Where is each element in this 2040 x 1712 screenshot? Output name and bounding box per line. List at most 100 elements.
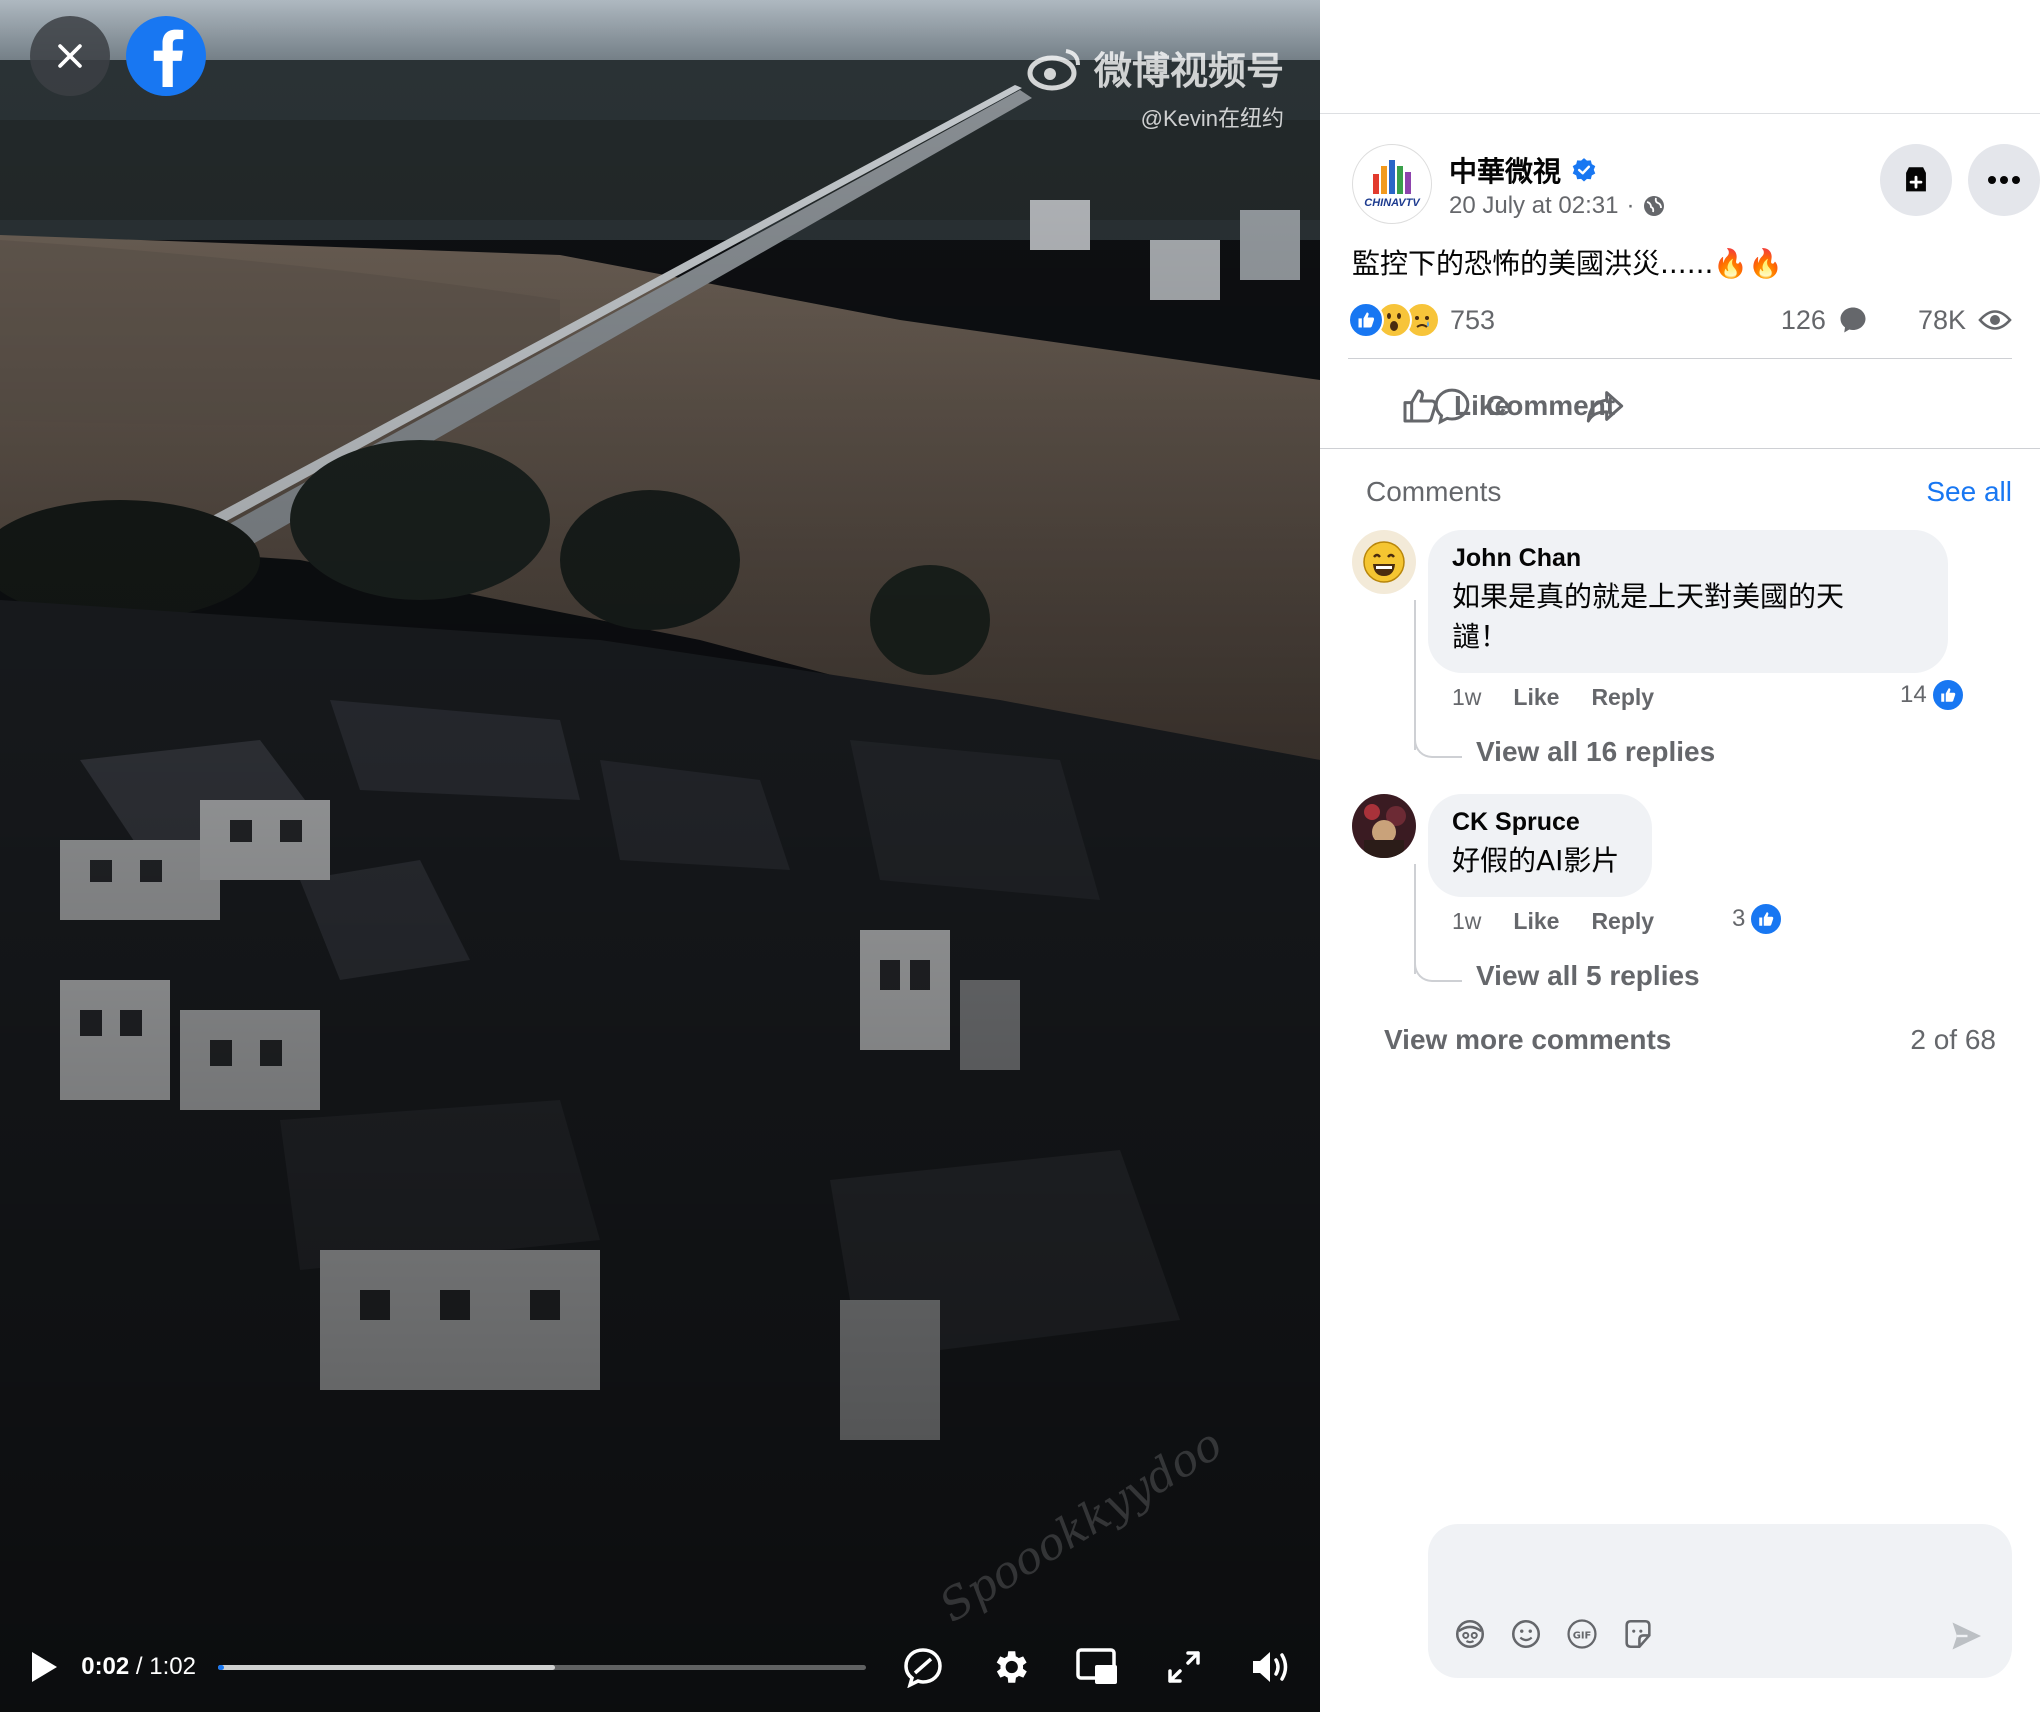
comments-header: Comments See all bbox=[1366, 476, 2012, 508]
post-date-link[interactable]: 20 July at 02:31 bbox=[1449, 192, 1618, 220]
comment-bubble: CK Spruce 好假的AI影片 bbox=[1428, 794, 1652, 897]
comment-like-count: 3 bbox=[1732, 905, 1746, 932]
comment-text-line: 如果是真的就是上天對美國的天 bbox=[1452, 580, 1845, 613]
gif-icon: GIF bbox=[1567, 1619, 1597, 1649]
picture-in-picture-button[interactable] bbox=[1072, 1642, 1122, 1692]
picture-in-picture-icon bbox=[1076, 1648, 1117, 1684]
post-actions: Like Comment bbox=[1400, 378, 1626, 434]
profile-photo-avatar bbox=[1352, 794, 1416, 858]
facebook-home-link[interactable] bbox=[126, 16, 206, 96]
comment-input[interactable] bbox=[1452, 1542, 1972, 1592]
meta-dot: · bbox=[1626, 192, 1635, 219]
play-button[interactable] bbox=[24, 1642, 63, 1692]
globe-icon bbox=[1644, 196, 1665, 216]
chinavtv-logo-icon bbox=[1373, 159, 1411, 194]
laughing-emoji-avatar-icon bbox=[1352, 530, 1416, 594]
commenter-avatar[interactable] bbox=[1352, 530, 1416, 594]
post-header: CHINAVTV 中華微視 20 July at 02:31 · bbox=[1352, 140, 2040, 230]
like-reaction-icon bbox=[1749, 902, 1784, 936]
view-replies-link[interactable]: View all 5 replies bbox=[1476, 960, 1700, 992]
page-avatar[interactable]: CHINAVTV bbox=[1352, 144, 1432, 224]
comments-label: Comments bbox=[1366, 476, 1502, 507]
eye-icon bbox=[1978, 310, 2012, 330]
panel-top-bar bbox=[1320, 0, 2040, 114]
comment-button[interactable]: Comment bbox=[1432, 386, 1694, 426]
progress-played bbox=[218, 1664, 225, 1670]
comment-composer: GIF bbox=[1428, 1524, 2012, 1678]
commenter-avatar[interactable] bbox=[1352, 794, 1416, 858]
progress-buffered bbox=[218, 1664, 555, 1670]
watermark-sub-text: @Kevin在纽约 bbox=[1140, 106, 1284, 131]
comment-time[interactable]: 1w bbox=[1452, 684, 1481, 711]
video-frame[interactable] bbox=[0, 0, 1320, 1712]
settings-button[interactable] bbox=[985, 1642, 1035, 1692]
more-dots-icon bbox=[1988, 176, 2020, 184]
comment-meta: 1w Like Reply bbox=[1452, 908, 1654, 935]
comment-like-link[interactable]: Like bbox=[1513, 908, 1559, 935]
time-total: 1:02 bbox=[149, 1653, 196, 1680]
video-watermark: 微博视频号 @Kevin在纽约 bbox=[1026, 40, 1284, 133]
gif-button[interactable]: GIF bbox=[1564, 1616, 1600, 1652]
see-all-link[interactable]: See all bbox=[1926, 476, 2012, 508]
save-bookmark-icon bbox=[1906, 167, 1926, 192]
comment-bubble-icon bbox=[1840, 307, 1866, 333]
comment-like-link[interactable]: Like bbox=[1513, 684, 1559, 711]
close-button[interactable] bbox=[30, 16, 110, 96]
volume-button[interactable] bbox=[1246, 1642, 1296, 1692]
comment-reply-link[interactable]: Reply bbox=[1591, 684, 1654, 711]
comment-like-count: 14 bbox=[1900, 681, 1927, 708]
avatar-sticker-button[interactable] bbox=[1452, 1616, 1488, 1652]
captions-button[interactable] bbox=[898, 1642, 948, 1692]
avatar-face-icon bbox=[1455, 1619, 1485, 1649]
video-player[interactable]: 微博视频号 @Kevin在纽约 Spoookkyydoo 0:02 / 1:02 bbox=[0, 0, 1320, 1712]
send-comment-button[interactable] bbox=[1946, 1616, 1986, 1656]
fullscreen-button[interactable] bbox=[1159, 1642, 1209, 1692]
sticker-icon bbox=[1625, 1619, 1651, 1649]
comment-icon bbox=[1434, 388, 1470, 425]
comment-likes[interactable]: 14 bbox=[1900, 678, 1965, 712]
volume-icon bbox=[1253, 1652, 1288, 1682]
comment-text-line: 譴！ bbox=[1452, 620, 1509, 653]
reactions-summary[interactable]: 753 bbox=[1348, 302, 1495, 338]
post-text: 監控下的恐怖的美國洪災......🔥🔥 bbox=[1352, 247, 1784, 280]
save-post-button[interactable] bbox=[1880, 144, 1952, 216]
comment-text: 如果是真的就是上天對美國的天 譴！ bbox=[1452, 577, 1924, 657]
more-options-button[interactable] bbox=[1968, 144, 2040, 216]
settings-icon bbox=[996, 1651, 1027, 1683]
sticker-button[interactable] bbox=[1620, 1616, 1656, 1652]
video-progress-bar[interactable] bbox=[218, 1664, 866, 1670]
emoji-icon bbox=[1511, 1619, 1541, 1649]
comment-count[interactable]: 126 bbox=[1781, 305, 1826, 336]
weibo-logo-icon bbox=[1027, 48, 1080, 90]
stats-divider bbox=[1348, 358, 2012, 359]
view-replies-link[interactable]: View all 16 replies bbox=[1476, 736, 1715, 768]
close-icon bbox=[58, 44, 82, 68]
time-separator: / bbox=[129, 1653, 150, 1680]
thread-connector bbox=[1414, 730, 1462, 758]
commenter-name[interactable]: CK Spruce bbox=[1452, 808, 1628, 837]
thread-line bbox=[1414, 600, 1416, 750]
like-reaction-icon bbox=[1348, 302, 1384, 338]
commenter-name[interactable]: John Chan bbox=[1452, 544, 1924, 573]
view-count: 78K bbox=[1917, 304, 1966, 335]
comment-time[interactable]: 1w bbox=[1452, 908, 1481, 935]
emoji-button[interactable] bbox=[1508, 1616, 1544, 1652]
video-controls: 0:02 / 1:02 bbox=[0, 1622, 1320, 1712]
thread-connector bbox=[1414, 954, 1462, 982]
verified-badge-icon bbox=[1572, 158, 1596, 182]
page-name-link[interactable]: 中華微視 bbox=[1449, 150, 1597, 190]
comment-likes[interactable]: 3 bbox=[1732, 902, 1784, 936]
actions-divider bbox=[1320, 448, 2040, 449]
comment-meta: 1w Like Reply bbox=[1452, 684, 1654, 711]
fullscreen-icon bbox=[1168, 1651, 1200, 1683]
comment-item: CK Spruce 好假的AI影片 1w Like Reply 3 View a… bbox=[1352, 794, 2012, 1004]
video-time: 0:02 / 1:02 bbox=[81, 1653, 196, 1681]
captions-icon bbox=[904, 1648, 942, 1688]
comment-item: John Chan 如果是真的就是上天對美國的天 譴！ 1w Like Repl… bbox=[1352, 530, 2012, 780]
svg-text:GIF: GIF bbox=[1573, 1630, 1592, 1641]
avatar-logo-text: CHINAVTV bbox=[1364, 196, 1420, 209]
reaction-count: 753 bbox=[1450, 304, 1496, 335]
view-more-comments-link[interactable]: View more comments bbox=[1384, 1024, 1671, 1056]
send-icon bbox=[1952, 1622, 1981, 1650]
comment-reply-link[interactable]: Reply bbox=[1591, 908, 1654, 935]
